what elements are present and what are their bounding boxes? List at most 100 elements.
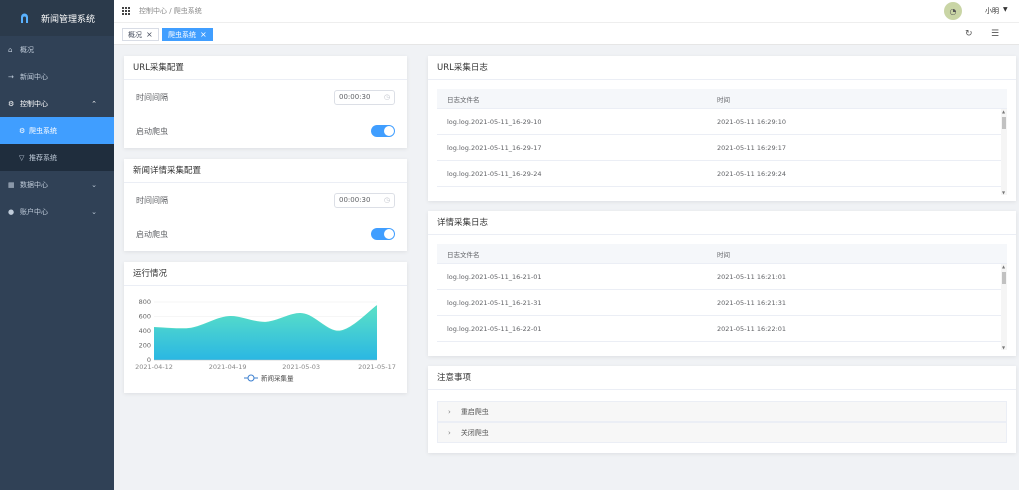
y-tick-label: 600 xyxy=(139,313,151,321)
legend-label: 新闻采集量 xyxy=(261,374,294,383)
card-title: URL采集日志 xyxy=(428,56,1016,80)
detail-log-card: 详情采集日志 日志文件名 时间 log.log.2021-05-11_16-21… xyxy=(428,211,1016,356)
cell-filename: log.log.2021-05-11_16-22-01 xyxy=(447,324,542,333)
running-card: 运行情况 0 200 400 600 800 2021-04-12 2021-04-19 20… xyxy=(124,262,407,393)
close-icon[interactable]: × xyxy=(200,30,207,39)
scrollbar[interactable]: ▲ ▼ xyxy=(1001,109,1007,195)
interval-time-input[interactable]: 00:00:30 ◷ xyxy=(334,90,395,105)
cell-filename: log.log.2021-05-11_16-29-24 xyxy=(447,169,542,178)
scrollbar[interactable]: ▲ ▼ xyxy=(1001,264,1007,350)
collapse-item-label: 关闭爬虫 xyxy=(460,428,489,437)
cell-filename: log.log.2021-05-11_16-29-10 xyxy=(447,117,542,126)
tag-label: 爬虫系统 xyxy=(168,31,196,39)
arrow-right-icon: → xyxy=(8,72,14,81)
tag-crawler[interactable]: 爬虫系统 × xyxy=(162,28,213,41)
legend-marker xyxy=(247,374,255,382)
breadcrumb: 控制中心 / 爬虫系统 xyxy=(139,7,202,15)
clock-icon: ◷ xyxy=(383,196,390,204)
settings-sliders-icon[interactable]: ☰ xyxy=(991,29,999,39)
cell-time: 2021-05-11 16:22:01 xyxy=(717,324,787,333)
gear-icon: ⚙ xyxy=(8,99,15,108)
chevron-up-icon: ⌃ xyxy=(91,99,97,108)
notes-card: 注意事项 › 重启爬虫 › 关闭爬虫 xyxy=(428,366,1016,453)
card-title: URL采集配置 xyxy=(124,56,407,80)
app-logo[interactable]: 新闻管理系统 xyxy=(0,0,114,36)
user-icon: ● xyxy=(8,207,15,216)
table-row[interactable]: log.log.2021-05-11_16-21-01 2021-05-11 1… xyxy=(437,264,1007,290)
interval-label: 时间间隔 xyxy=(136,196,168,205)
avatar[interactable]: ◔ xyxy=(944,2,962,20)
detail-log-table: 日志文件名 时间 log.log.2021-05-11_16-21-01 202… xyxy=(437,244,1007,350)
table-row[interactable]: log.log.2021-05-11_16-29-17 2021-05-11 1… xyxy=(437,135,1007,161)
crawler-toggle[interactable] xyxy=(371,228,395,240)
card-title: 运行情况 xyxy=(124,262,407,286)
refresh-icon[interactable]: ↻ xyxy=(965,29,973,39)
column-header-time: 时间 xyxy=(717,250,730,259)
switch-label: 启动爬虫 xyxy=(136,126,168,136)
chevron-down-icon: ⌄ xyxy=(91,207,97,216)
filter-icon: ▽ xyxy=(19,153,25,162)
table-header: 日志文件名 时间 xyxy=(437,244,1007,264)
cell-time: 2021-05-11 16:21:31 xyxy=(717,298,787,307)
y-tick-label: 200 xyxy=(139,342,151,350)
y-tick-label: 400 xyxy=(139,327,151,335)
top-navbar: 控制中心 / 爬虫系统 ◔ 小明 ▼ xyxy=(114,0,1019,22)
table-row[interactable]: log.log.2021-05-11_16-21-31 2021-05-11 1… xyxy=(437,290,1007,316)
x-tick-label: 2021-05-03 xyxy=(282,363,320,371)
crawler-toggle[interactable] xyxy=(371,125,395,137)
sidebar-item-label: 账户中心 xyxy=(20,207,48,216)
sidebar-item-label: 数据中心 xyxy=(20,180,48,189)
sidebar-item-control[interactable]: ⚙ 控制中心 ⌃ xyxy=(0,90,114,117)
interval-label: 时间间隔 xyxy=(136,93,168,102)
sidebar-item-account[interactable]: ● 账户中心 ⌄ xyxy=(0,198,114,225)
user-name[interactable]: 小明 xyxy=(985,6,999,16)
sidebar: 新闻管理系统 ⌂ 概况 → 新闻中心 ⚙ 控制中心 ⌃ ⚙ 爬虫系统 ▽ 推荐系… xyxy=(0,0,114,490)
sidebar-item-crawler[interactable]: ⚙ 爬虫系统 xyxy=(0,117,114,144)
card-title: 详情采集日志 xyxy=(428,211,1016,235)
chevron-right-icon: › xyxy=(448,428,451,437)
caret-down-icon[interactable]: ▼ xyxy=(1003,6,1008,13)
interval-time-input[interactable]: 00:00:30 ◷ xyxy=(334,193,395,208)
sidebar-item-label: 新闻中心 xyxy=(20,72,48,81)
app-title: 新闻管理系统 xyxy=(41,14,96,25)
clock-icon: ◷ xyxy=(383,93,390,101)
menu-toggle-icon[interactable] xyxy=(122,7,130,15)
sidebar-item-recommend[interactable]: ▽ 推荐系统 xyxy=(0,144,114,171)
chevron-down-icon: ⌄ xyxy=(91,180,97,189)
x-tick-label: 2021-05-17 xyxy=(358,363,396,371)
switch-label: 启动爬虫 xyxy=(136,229,168,239)
sidebar-item-label: 概况 xyxy=(20,45,34,54)
home-icon: ⌂ xyxy=(8,45,13,54)
sidebar-item-news[interactable]: → 新闻中心 xyxy=(0,63,114,90)
cell-time: 2021-05-11 16:21:01 xyxy=(717,272,787,281)
close-icon[interactable]: × xyxy=(146,30,153,39)
column-header-filename: 日志文件名 xyxy=(447,250,480,259)
card-title: 新闻详情采集配置 xyxy=(124,159,407,183)
sidebar-item-label: 爬虫系统 xyxy=(29,126,57,135)
cell-time: 2021-05-11 16:29:10 xyxy=(717,117,787,126)
cell-filename: log.log.2021-05-11_16-21-31 xyxy=(447,298,542,307)
sidebar-item-overview[interactable]: ⌂ 概况 xyxy=(0,36,114,63)
grid-icon: ▦ xyxy=(8,180,15,189)
logo-icon xyxy=(21,13,28,23)
table-row[interactable]: log.log.2021-05-11_16-29-10 2021-05-11 1… xyxy=(437,109,1007,135)
collapse-item-stop[interactable]: › 关闭爬虫 xyxy=(437,422,1007,443)
interval-value: 00:00:30 xyxy=(339,196,371,204)
collapse-item-restart[interactable]: › 重启爬虫 xyxy=(437,401,1007,422)
collapse-item-label: 重启爬虫 xyxy=(460,407,489,416)
table-row[interactable]: log.log.2021-05-11_16-29-24 2021-05-11 1… xyxy=(437,161,1007,187)
card-title: 注意事项 xyxy=(428,366,1016,390)
sidebar-item-label: 推荐系统 xyxy=(29,153,57,162)
tag-overview[interactable]: 概况 × xyxy=(122,28,159,41)
series-area xyxy=(154,305,377,360)
sidebar-item-data[interactable]: ▦ 数据中心 ⌄ xyxy=(0,171,114,198)
table-header: 日志文件名 时间 xyxy=(437,89,1007,109)
url-log-card: URL采集日志 日志文件名 时间 log.log.2021-05-11_16-2… xyxy=(428,56,1016,201)
tags-bar: 概况 × 爬虫系统 × ↻ ☰ xyxy=(114,22,1019,45)
interval-value: 00:00:30 xyxy=(339,93,371,101)
column-header-time: 时间 xyxy=(717,95,730,104)
y-tick-label: 800 xyxy=(139,298,151,306)
gear-icon: ⚙ xyxy=(19,126,26,135)
table-row[interactable]: log.log.2021-05-11_16-22-01 2021-05-11 1… xyxy=(437,316,1007,342)
sidebar-item-label: 控制中心 xyxy=(20,99,48,108)
